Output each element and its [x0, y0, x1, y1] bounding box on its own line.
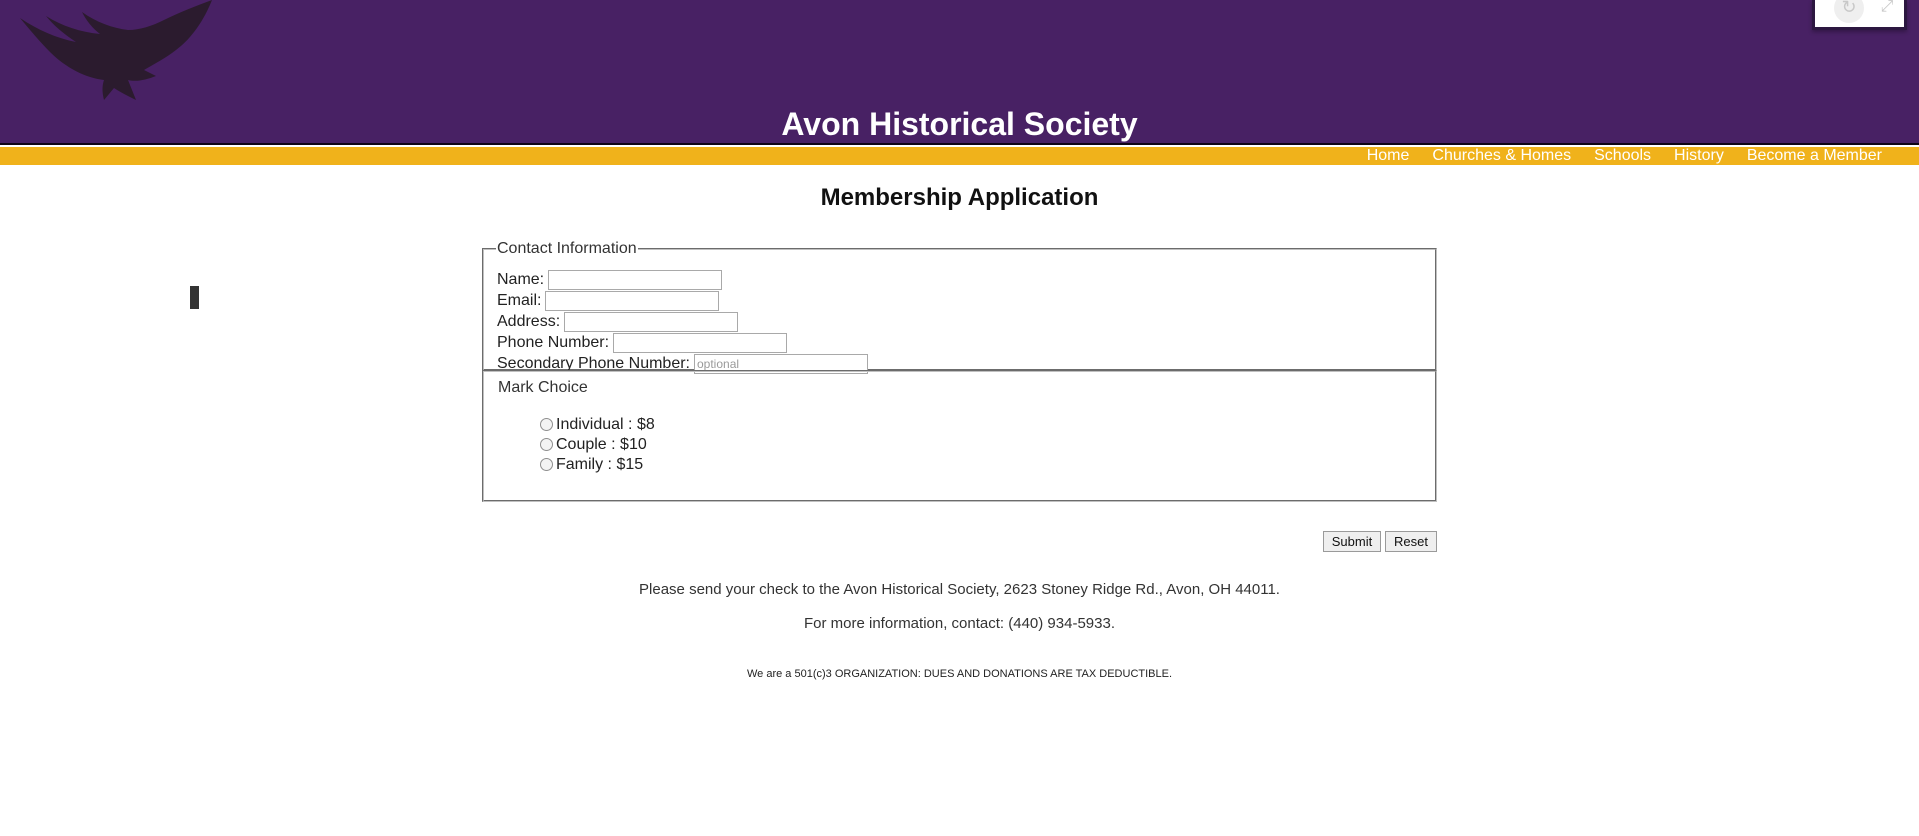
- refresh-icon[interactable]: ↻: [1834, 0, 1864, 23]
- option-family-label: Family : $15: [556, 456, 644, 473]
- option-individual[interactable]: Individual : $8: [540, 415, 655, 435]
- phone-input[interactable]: [613, 333, 788, 353]
- radio-couple[interactable]: [540, 437, 553, 451]
- site-header: Avon Historical Society ↻ ⤢: [0, 0, 1919, 145]
- address-row: Address:: [497, 312, 739, 332]
- nav-item-schools[interactable]: Schools: [1594, 147, 1651, 165]
- nav-item-churches-homes[interactable]: Churches & Homes: [1432, 147, 1571, 165]
- address-input[interactable]: [564, 312, 739, 332]
- option-couple-label: Couple : $10: [556, 436, 647, 453]
- eagle-logo-icon: [20, 0, 212, 100]
- contact-note: For more information, contact: (440) 934…: [804, 615, 1115, 632]
- contact-information-legend: Contact Information: [497, 240, 637, 257]
- address-label: Address:: [497, 313, 561, 330]
- name-label: Name:: [497, 271, 545, 288]
- email-label: Email:: [497, 292, 542, 309]
- check-mailing-note: Please send your check to the Avon Histo…: [639, 581, 1280, 598]
- nav-list: Home Churches & Homes Schools History Be…: [1367, 147, 1882, 165]
- page-title: Membership Application: [820, 184, 1099, 211]
- mark-choice-legend: Mark Choice: [498, 379, 588, 396]
- name-input[interactable]: [548, 270, 723, 290]
- nav-item-history[interactable]: History: [1674, 147, 1724, 165]
- option-couple[interactable]: Couple : $10: [540, 435, 647, 455]
- submit-button[interactable]: Submit: [1323, 531, 1381, 552]
- tax-deductible-note: We are a 501(c)3 ORGANIZATION: DUES AND …: [746, 668, 1173, 680]
- phone-label: Phone Number:: [497, 334, 610, 351]
- phone-row: Phone Number:: [497, 333, 788, 353]
- collapse-icon[interactable]: ⤢: [1877, 0, 1897, 17]
- radio-family[interactable]: [540, 457, 553, 471]
- corner-widget: ↻ ⤢: [1812, 0, 1907, 30]
- radio-individual[interactable]: [540, 417, 553, 431]
- nav-bar: Home Churches & Homes Schools History Be…: [0, 147, 1919, 165]
- text-cursor: [190, 286, 199, 309]
- nav-item-home[interactable]: Home: [1367, 147, 1410, 165]
- mark-choice-fieldset: Mark Choice Individual : $8 Couple : $10…: [482, 370, 1437, 502]
- nav-item-become-member[interactable]: Become a Member: [1747, 147, 1882, 165]
- email-row: Email:: [497, 291, 720, 311]
- option-individual-label: Individual : $8: [556, 416, 655, 433]
- option-family[interactable]: Family : $15: [540, 455, 643, 475]
- site-title: Avon Historical Society: [781, 106, 1138, 142]
- name-row: Name:: [497, 270, 723, 290]
- email-input[interactable]: [545, 291, 720, 311]
- reset-button[interactable]: Reset: [1385, 531, 1437, 552]
- contact-information-fieldset: Contact Information Name: Email: Address…: [482, 240, 1437, 374]
